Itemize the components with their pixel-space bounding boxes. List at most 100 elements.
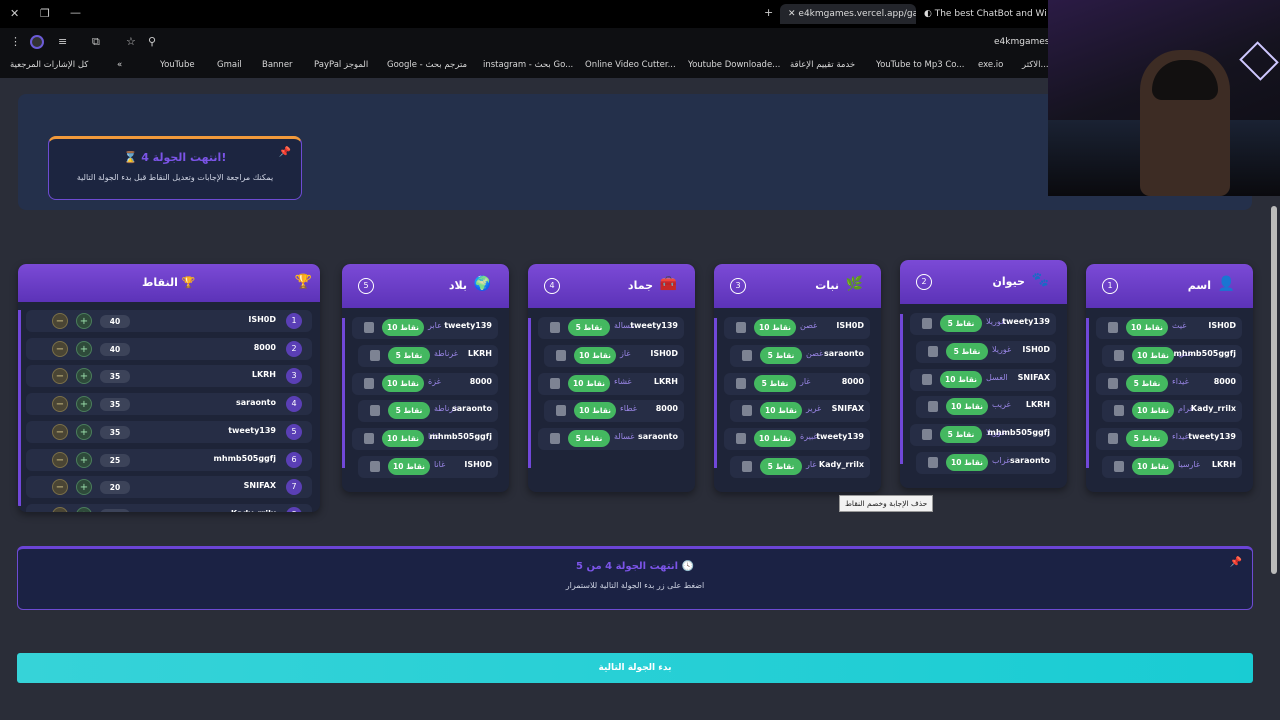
points-badge[interactable]: 5 نقاط: [940, 426, 982, 444]
restore-window-icon[interactable]: ❐: [40, 7, 50, 20]
add-point-button[interactable]: +: [76, 506, 92, 512]
bookmark-disability[interactable]: خدمة تقييم الإعاقة: [790, 60, 855, 70]
bookmarks-overflow-icon[interactable]: «: [117, 60, 122, 70]
trash-icon[interactable]: [370, 405, 380, 417]
points-badge[interactable]: 10 نقاط: [382, 319, 424, 336]
points-badge[interactable]: 5 نقاط: [1126, 430, 1168, 448]
trash-icon[interactable]: [1114, 405, 1124, 417]
subtract-point-button[interactable]: −: [52, 479, 68, 496]
trash-icon[interactable]: [550, 377, 560, 389]
points-badge[interactable]: 5 نقاط: [388, 346, 430, 364]
page-scrollbar[interactable]: [1271, 206, 1277, 574]
points-badge[interactable]: 10 نقاط: [946, 398, 988, 416]
points-badge[interactable]: 5 نقاط: [388, 402, 430, 420]
trash-icon[interactable]: [922, 429, 932, 441]
trash-icon[interactable]: [364, 433, 374, 445]
bookmark-video-cutter[interactable]: Online Video Cutter...: [585, 60, 676, 70]
points-badge[interactable]: 10 نقاط: [940, 370, 982, 388]
trash-icon[interactable]: [922, 373, 932, 385]
trash-icon[interactable]: [742, 349, 752, 361]
trash-icon[interactable]: [370, 461, 380, 472]
close-window-icon[interactable]: ✕: [10, 7, 19, 20]
points-badge[interactable]: 10 نقاط: [574, 346, 616, 364]
points-badge[interactable]: 10 نقاط: [1132, 346, 1174, 364]
trash-icon[interactable]: [550, 433, 560, 445]
profile-icon[interactable]: [30, 35, 44, 49]
bookmark-banner[interactable]: Banner: [262, 60, 293, 70]
points-badge[interactable]: 5 نقاط: [760, 346, 802, 364]
bookmark-more[interactable]: الاكثر...: [1022, 60, 1049, 70]
bookmark-exe-io[interactable]: exe.io: [978, 60, 1003, 70]
points-badge[interactable]: 5 نقاط: [568, 319, 610, 336]
points-badge[interactable]: 5 نقاط: [946, 342, 988, 360]
points-badge[interactable]: 5 نقاط: [1126, 374, 1168, 392]
trash-icon[interactable]: [736, 322, 746, 333]
points-badge[interactable]: 10 نقاط: [1132, 458, 1174, 475]
bookmark-gmail[interactable]: Gmail: [217, 60, 242, 70]
trash-icon[interactable]: [1114, 349, 1124, 361]
points-badge[interactable]: 10 نقاط: [1126, 319, 1168, 336]
add-point-button[interactable]: +: [76, 396, 92, 413]
points-badge[interactable]: 10 نقاط: [574, 402, 616, 420]
points-badge[interactable]: 10 نقاط: [382, 430, 424, 448]
bookmark-youtube-downloader[interactable]: Youtube Downloade...: [688, 60, 780, 70]
trash-icon[interactable]: [364, 377, 374, 389]
trash-icon[interactable]: [922, 318, 932, 329]
subtract-point-button[interactable]: −: [52, 451, 68, 468]
subtract-point-button[interactable]: −: [52, 340, 68, 357]
bookmark-all-folders[interactable]: كل الإشارات المرجعية: [10, 60, 88, 70]
trash-icon[interactable]: [742, 405, 752, 417]
trash-icon[interactable]: [736, 433, 746, 445]
trash-icon[interactable]: [364, 322, 374, 333]
bookmark-star-icon[interactable]: ☆: [126, 35, 136, 48]
new-tab-icon[interactable]: +: [764, 6, 773, 19]
trash-icon[interactable]: [556, 349, 566, 361]
extensions-icon[interactable]: ⧉: [92, 35, 100, 49]
tab-active[interactable]: ✕ e4kmgames.vercel.app/games/: [780, 4, 916, 24]
next-round-button[interactable]: بدء الجولة التالية: [17, 653, 1253, 683]
points-badge[interactable]: 10 نقاط: [946, 454, 988, 471]
points-badge[interactable]: 10 نقاط: [382, 374, 424, 392]
tab-chatbot[interactable]: ◐ The best ChatBot and Wi: [920, 4, 1050, 24]
bookmark-paypal[interactable]: PayPal الموجز: [314, 60, 368, 70]
trash-icon[interactable]: [1108, 377, 1118, 389]
points-badge[interactable]: 5 نقاط: [940, 315, 982, 332]
trash-icon[interactable]: [928, 401, 938, 413]
bookmark-instagram[interactable]: instagram - بحث Go...: [483, 60, 573, 70]
bookmark-google-translate[interactable]: Google - مترجم بحث: [387, 60, 467, 70]
add-point-button[interactable]: +: [76, 423, 92, 440]
points-badge[interactable]: 10 نقاط: [754, 319, 796, 336]
trash-icon[interactable]: [556, 405, 566, 417]
points-badge[interactable]: 5 نقاط: [754, 374, 796, 392]
subtract-point-button[interactable]: −: [52, 313, 68, 329]
media-controls-icon[interactable]: ≡: [58, 35, 67, 48]
zoom-icon[interactable]: ⚲: [148, 35, 156, 48]
trash-icon[interactable]: [736, 377, 746, 389]
add-point-button[interactable]: +: [76, 479, 92, 496]
trash-icon[interactable]: [928, 345, 938, 357]
minimize-window-icon[interactable]: —: [70, 6, 81, 19]
trash-icon[interactable]: [1108, 322, 1118, 333]
trash-icon[interactable]: [370, 349, 380, 361]
trash-icon[interactable]: [742, 461, 752, 472]
menu-dots-icon[interactable]: ⋮: [10, 35, 21, 48]
points-badge[interactable]: 5 نقاط: [568, 430, 610, 448]
points-badge[interactable]: 5 نقاط: [760, 458, 802, 475]
trash-icon[interactable]: [550, 322, 560, 333]
trash-icon[interactable]: [1114, 461, 1124, 472]
points-badge[interactable]: 10 نقاط: [760, 402, 802, 420]
points-badge[interactable]: 10 نقاط: [388, 458, 430, 475]
add-point-button[interactable]: +: [76, 340, 92, 357]
points-badge[interactable]: 10 نقاط: [754, 430, 796, 448]
points-badge[interactable]: 10 نقاط: [568, 374, 610, 392]
subtract-point-button[interactable]: −: [52, 506, 68, 512]
subtract-point-button[interactable]: −: [52, 368, 68, 385]
bookmark-yt-mp3[interactable]: YouTube to Mp3 Co...: [876, 60, 964, 70]
subtract-point-button[interactable]: −: [52, 396, 68, 413]
add-point-button[interactable]: +: [76, 313, 92, 329]
bookmark-youtube[interactable]: YouTube: [160, 60, 195, 70]
add-point-button[interactable]: +: [76, 368, 92, 385]
trash-icon[interactable]: [1108, 433, 1118, 445]
add-point-button[interactable]: +: [76, 451, 92, 468]
subtract-point-button[interactable]: −: [52, 423, 68, 440]
